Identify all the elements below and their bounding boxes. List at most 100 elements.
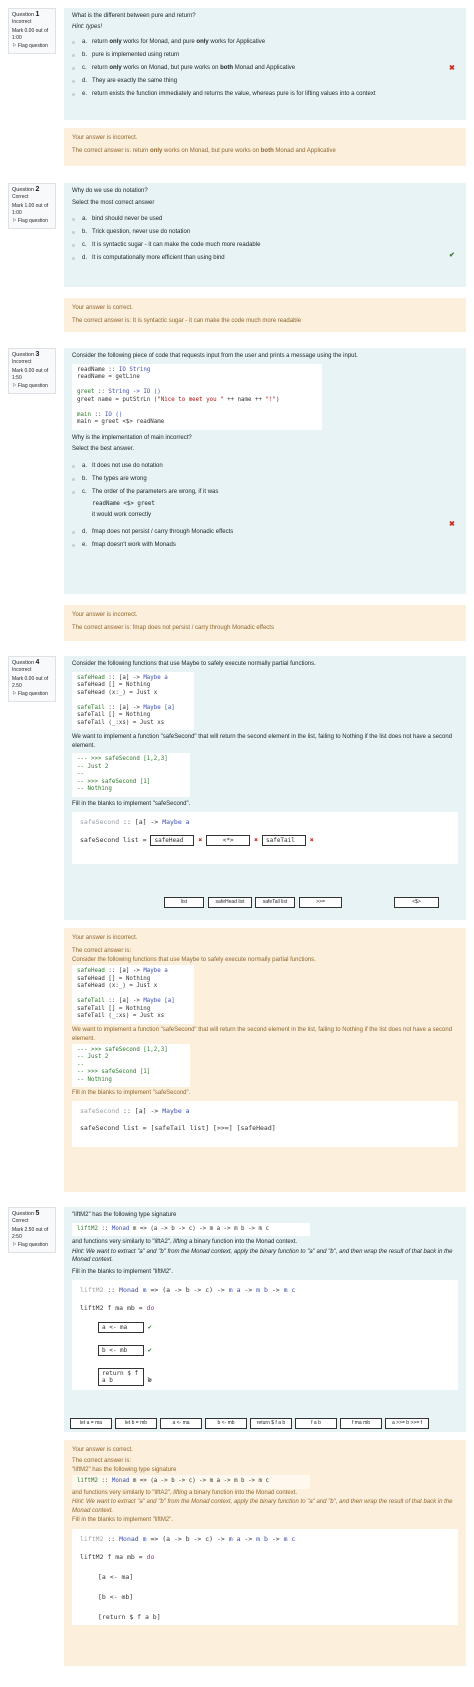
radio-button[interactable] xyxy=(72,464,75,468)
answer-list: a. return only works for Monad, and pure … xyxy=(72,36,458,101)
correct-answer-text: The correct answer is: It is syntactic s… xyxy=(72,318,302,324)
answer-option[interactable]: a. bind should never be used xyxy=(72,213,458,226)
question-formulation: Consider the following piece of code tha… xyxy=(64,348,466,594)
question-state: Incorrect xyxy=(12,358,32,365)
answer-option[interactable]: d. It is computationally more efficient t… xyxy=(72,252,458,265)
answer-option[interactable]: d. fmap does not persist / carry through … xyxy=(72,526,458,539)
radio-button[interactable] xyxy=(72,530,75,534)
feedback-text: Your answer is correct. xyxy=(72,305,133,311)
question-info: Question 2 Correct Mark 1.00 out of 1:00… xyxy=(8,183,56,229)
drop-slot[interactable]: return $ f a b xyxy=(98,1368,144,1386)
drag-chip[interactable]: a >>= b >>= f xyxy=(385,1418,429,1429)
answer-line: [return $ f a b] xyxy=(98,1612,161,1621)
radio-button[interactable] xyxy=(72,79,75,83)
question-mark: Mark 0.00 out of 1:00 xyxy=(12,28,49,41)
answer-option[interactable]: b. Trick question, never use do notation xyxy=(72,226,458,239)
correct-answer-text-3: Fill in the blanks to implement "liftM2"… xyxy=(72,1516,173,1523)
feedback-panel: Your answer is correct. The correct answ… xyxy=(64,298,466,332)
question-subtext: Select the best answer. xyxy=(72,446,135,452)
correct-answer-text: The correct answer is: fmap does not per… xyxy=(72,625,274,631)
question-mark: Mark 2.50 out of 2:50 xyxy=(12,1227,49,1240)
flag-question-button[interactable]: ⚐ Flag question xyxy=(12,218,52,225)
answer-option[interactable]: c. The order of the parameters are wrong,… xyxy=(72,486,458,526)
code-block: liftM2 :: Monad m => (a -> b -> c) -> m … xyxy=(72,1222,310,1236)
drop-area: safeSecond :: [a] -> Maybe a safeSecond … xyxy=(72,812,458,864)
drag-chip[interactable]: safeHead list xyxy=(208,897,252,908)
drag-chip[interactable]: a <- ma xyxy=(160,1418,202,1429)
answer-line: [b <- mb] xyxy=(98,1592,134,1601)
drag-chip[interactable]: safeTail list xyxy=(255,897,295,908)
drag-chip[interactable]: >>= xyxy=(299,897,342,908)
drop-slot[interactable]: safeHead xyxy=(150,835,195,846)
drag-chip[interactable]: <$> xyxy=(394,897,439,908)
feedback-panel: Your answer is incorrect. The correct an… xyxy=(64,928,466,1192)
flag-icon: ⚐ xyxy=(12,383,17,389)
drop-slot[interactable]: a <- ma xyxy=(98,1322,144,1333)
radio-button[interactable] xyxy=(72,66,75,70)
radio-button[interactable] xyxy=(72,92,75,96)
drop-slot[interactable]: b <- mb xyxy=(98,1345,144,1356)
flag-question-button[interactable]: ⚐ Flag question xyxy=(12,43,52,50)
question-mark: Mark 1.00 out of 1:00 xyxy=(12,203,49,216)
drag-chip[interactable]: f ma mb xyxy=(340,1418,382,1429)
incorrect-icon: ✖ xyxy=(449,521,455,528)
answer-option[interactable]: a. It does not use do notation xyxy=(72,460,458,473)
drag-chip[interactable]: let b = mb xyxy=(115,1418,157,1429)
question-text: Consider the following functions that us… xyxy=(72,661,316,667)
answer-option[interactable]: e. return exists the function immediately… xyxy=(72,88,458,101)
flag-question-button[interactable]: ⚐ Flag question xyxy=(12,383,52,390)
code-block: --- >>> safeSecond [1,2,3] -- Just 2 -- … xyxy=(72,753,190,797)
code-block: --- >>> safeSecond [1,2,3] -- Just 2 -- … xyxy=(72,1043,190,1087)
radio-button[interactable] xyxy=(72,53,75,57)
radio-button[interactable] xyxy=(72,244,75,247)
flag-question-button[interactable]: ⚐ Flag question xyxy=(12,691,52,698)
radio-button[interactable] xyxy=(72,218,75,221)
answer-continuation: it would work correctly xyxy=(92,511,152,518)
feedback-panel: Your answer is incorrect. The correct an… xyxy=(64,128,466,166)
answer-option[interactable]: d. They are exactly the same thing xyxy=(72,75,458,88)
drop-area: liftM2 :: Monad m => (a -> b -> c) -> m … xyxy=(72,1280,458,1390)
radio-button[interactable] xyxy=(72,477,75,481)
radio-button[interactable] xyxy=(72,543,75,547)
question-subtext: Select the most correct answer xyxy=(72,199,155,206)
correct-answer-text-3: Fill in the blanks to implement "safeSec… xyxy=(72,1090,191,1096)
drag-chip[interactable]: return $ f a b xyxy=(250,1418,292,1429)
feedback-text: Your answer is correct. xyxy=(72,1447,133,1453)
answer-option[interactable]: e. fmap doesn't work with Monads xyxy=(72,539,458,552)
drop-slot[interactable]: <*> xyxy=(206,835,251,846)
correct-answer-text: Consider the following functions that us… xyxy=(72,957,316,963)
drag-chip[interactable]: list xyxy=(164,897,204,908)
answer-option[interactable]: b. pure is implemented using return xyxy=(72,49,458,62)
radio-button[interactable] xyxy=(72,490,75,494)
answer-list: a. It does not use do notation b. The type… xyxy=(72,460,458,552)
incorrect-icon: ✖ xyxy=(198,836,203,844)
radio-button[interactable] xyxy=(72,231,75,234)
drag-chip[interactable]: let a = ma xyxy=(70,1418,112,1429)
correct-answer-label: The correct answer is: xyxy=(72,1458,132,1464)
question-formulation: Consider the following functions that us… xyxy=(64,656,466,920)
code-block: readName :: IO String readName = getLine… xyxy=(72,363,322,430)
answer-option[interactable]: c. return only works on Monad, but pure w… xyxy=(72,62,458,75)
answer-option[interactable]: c. It is syntactic sugar - it can make th… xyxy=(72,239,458,252)
answer-line: [a <- ma] xyxy=(98,1572,134,1581)
question-text-2: and functions very similarly to "liftA2"… xyxy=(72,1239,298,1245)
answer-area: liftM2 :: Monad m => (a -> b -> c) -> m … xyxy=(72,1528,458,1625)
question-text-3: Fill in the blanks to implement "safeSec… xyxy=(72,800,191,807)
feedback-text: Your answer is incorrect. xyxy=(72,935,138,941)
drag-chip[interactable]: b <- mb xyxy=(205,1418,247,1429)
flag-question-button[interactable]: ⚐ Flag question xyxy=(12,1242,52,1249)
code-block: safeHead :: [a] -> Maybe a safeHead [] =… xyxy=(72,671,194,730)
question-state: Incorrect xyxy=(12,18,32,25)
code-block: liftM2 :: Monad m => (a -> b -> c) -> m … xyxy=(72,1475,310,1489)
correct-answer-text: The correct answer is: return only works… xyxy=(72,148,336,154)
answer-option[interactable]: a. return only works for Monad, and pure … xyxy=(72,36,458,49)
question-mark: Mark 0.00 out of 2.50 xyxy=(12,676,49,689)
question-formulation: What is the different between pure and r… xyxy=(64,8,466,120)
drop-slot[interactable]: safeTail xyxy=(261,835,306,846)
radio-button[interactable] xyxy=(72,40,75,44)
drag-chip[interactable]: f a b xyxy=(295,1418,337,1429)
radio-button[interactable] xyxy=(72,257,75,260)
answer-option[interactable]: b. The types are wrong xyxy=(72,473,458,486)
question-formulation: Why do we use do notation? Select the mo… xyxy=(64,183,466,287)
correct-answer-label: The correct answer is: xyxy=(72,948,132,954)
